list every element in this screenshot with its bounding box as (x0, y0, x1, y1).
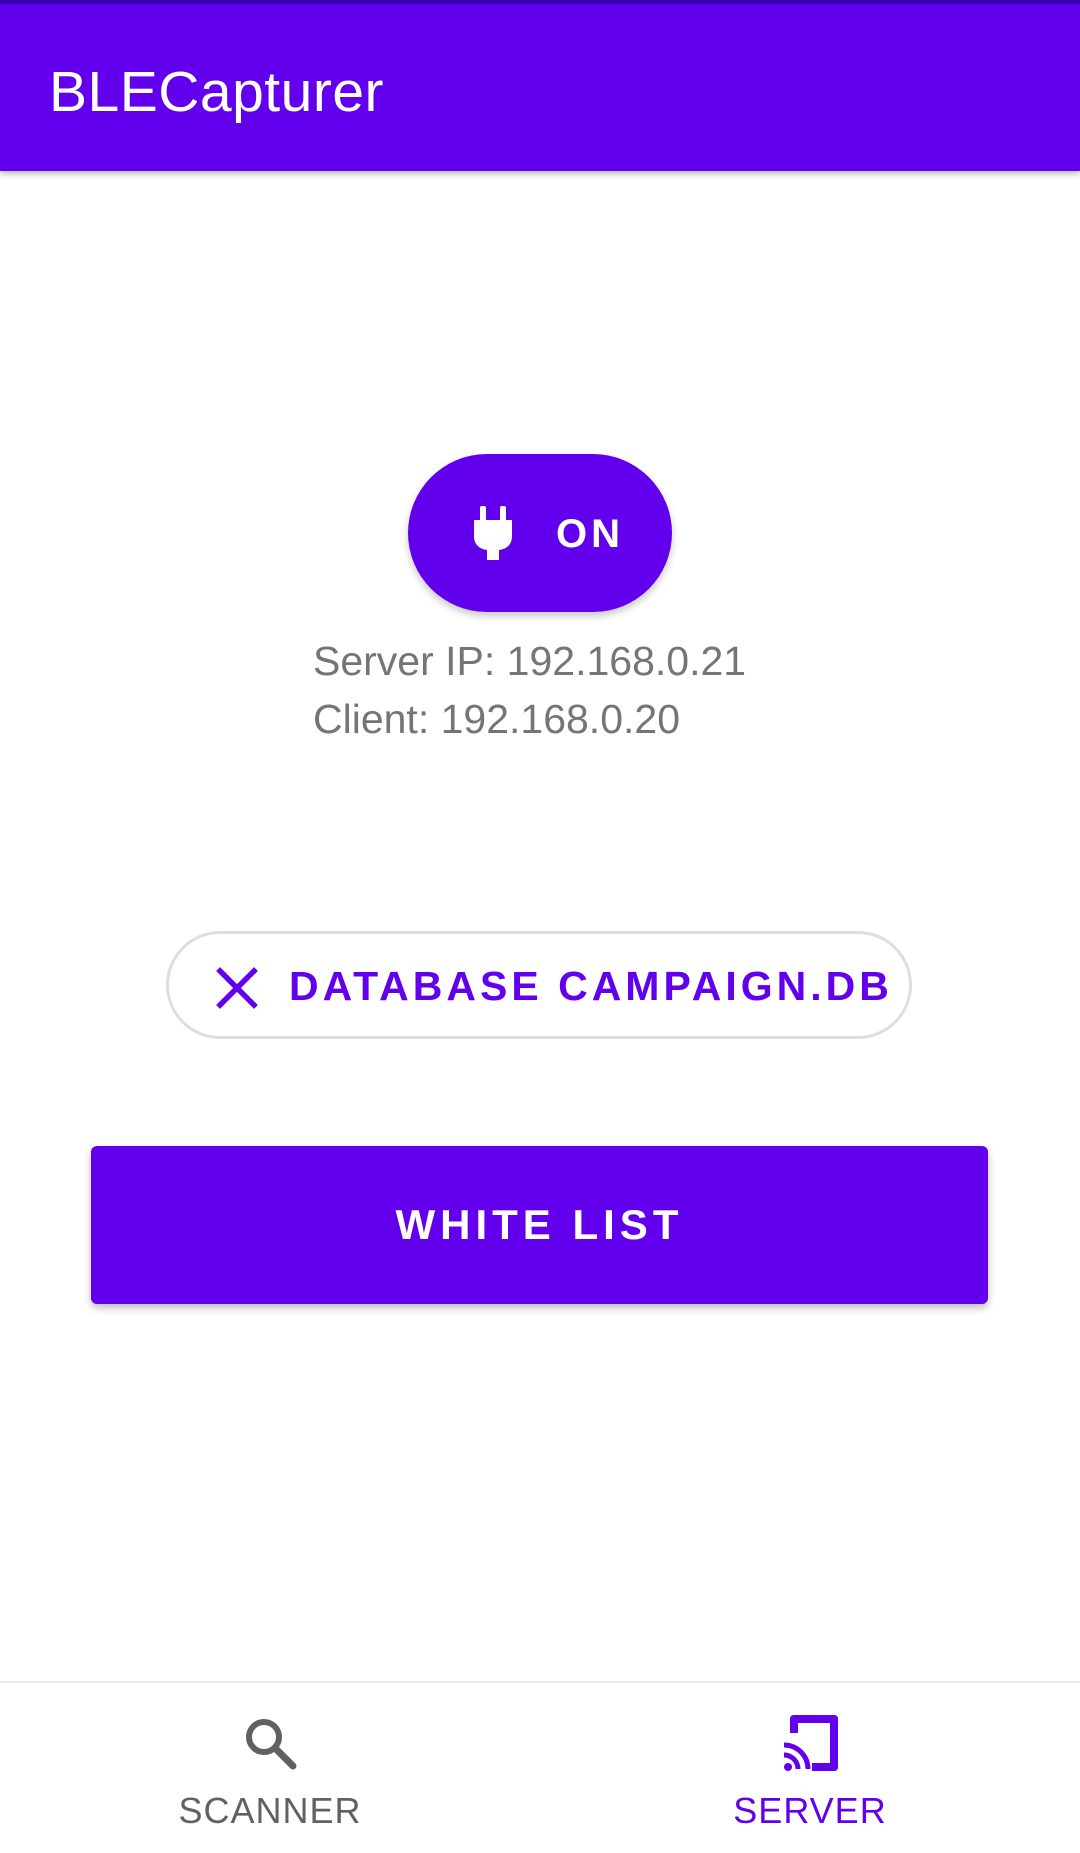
white-list-button-label: WHITE LIST (395, 1201, 684, 1248)
server-ip-text: Server IP: 192.168.0.21 (313, 638, 747, 684)
white-list-button[interactable]: WHITE LIST (91, 1146, 988, 1304)
nav-item-scanner[interactable]: SCANNER (0, 1683, 540, 1853)
nav-label-scanner: SCANNER (178, 1790, 362, 1831)
nav-label-server: SERVER (733, 1790, 887, 1831)
database-chip-label: DATABASE CAMPAIGN.DB (289, 963, 893, 1009)
cast-icon (783, 1715, 838, 1771)
app-bar: BLECapturer (0, 0, 1080, 171)
server-toggle-label: ON (556, 512, 624, 556)
client-ip-text: Client: 192.168.0.20 (313, 696, 680, 742)
server-info: Server IP: 192.168.0.21 Client: 192.168.… (313, 632, 746, 748)
database-chip[interactable]: DATABASE CAMPAIGN.DB (166, 931, 912, 1039)
close-icon[interactable] (215, 966, 259, 1010)
server-toggle-button[interactable]: ON (408, 454, 672, 612)
app-title: BLECapturer (49, 60, 385, 124)
search-icon (246, 1719, 297, 1770)
power-plug-icon (474, 506, 512, 560)
nav-item-server[interactable]: SERVER (540, 1683, 1080, 1853)
bottom-navigation: SCANNER SERVER (0, 1681, 1080, 1851)
